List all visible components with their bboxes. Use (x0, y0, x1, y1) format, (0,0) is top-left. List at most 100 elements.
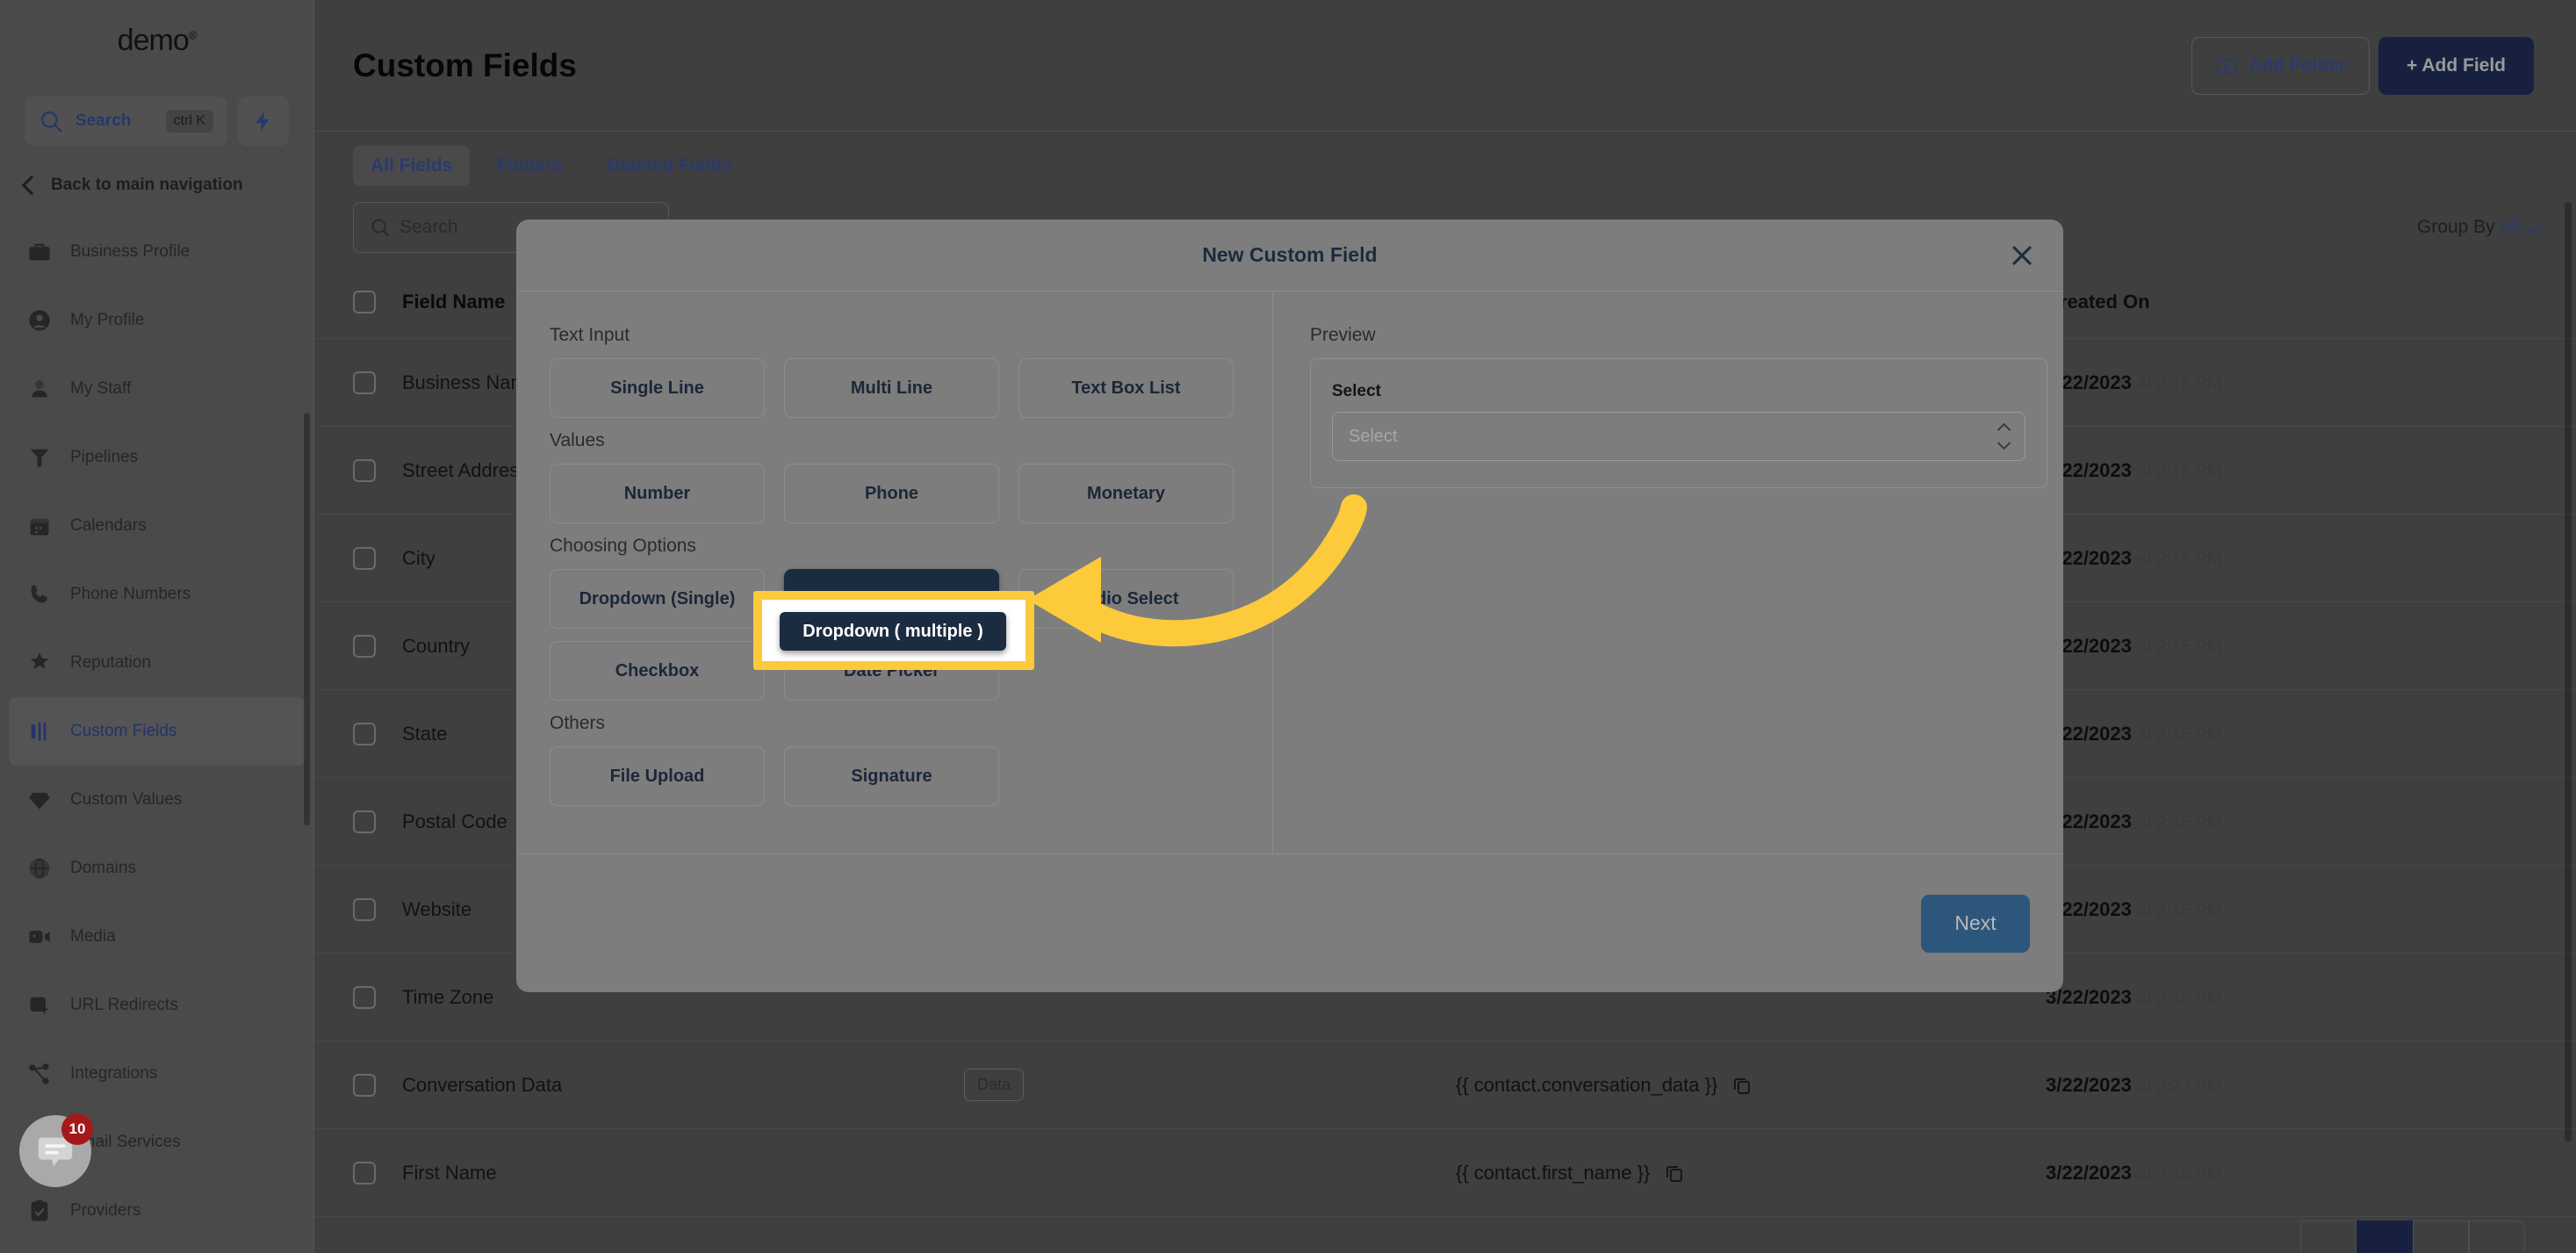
sidebar-nav: Business Profile My Profile My Staff Pip… (0, 218, 313, 1253)
nodes-icon (26, 1061, 53, 1087)
cell-unique-key: {{ contact.conversation_data }} (1456, 1074, 2046, 1097)
option-number[interactable]: Number (550, 464, 765, 523)
option-text-box-list[interactable]: Text Box List (1018, 358, 1234, 418)
annotation-highlighted-button[interactable]: Dropdown ( multiple ) (780, 612, 1006, 651)
option-phone[interactable]: Phone (784, 464, 999, 523)
sidebar-item-my-staff[interactable]: My Staff (0, 355, 313, 423)
row-checkbox[interactable] (353, 810, 376, 833)
sidebar-item-label: Media (70, 927, 116, 946)
cell-created-on: 3/22/2023 at 2:15 PM (2046, 459, 2537, 482)
pagination (2300, 1221, 2525, 1253)
page-2-button[interactable] (2413, 1221, 2469, 1253)
sidebar-item-business-profile[interactable]: Business Profile (0, 218, 313, 286)
quick-action-button[interactable] (238, 97, 289, 146)
video-camera-icon (26, 924, 53, 950)
search-icon (40, 111, 62, 133)
main-scrollbar[interactable] (2565, 202, 2572, 1141)
row-checkbox[interactable] (353, 1161, 376, 1185)
sidebar-item-label: My Staff (70, 379, 132, 398)
group-by-dropdown[interactable]: Group By All (2416, 217, 2542, 238)
row-checkbox[interactable] (353, 985, 376, 1009)
sidebar-search-row: Search ctrl K (0, 97, 313, 146)
option-label: Checkbox (615, 660, 700, 681)
created-time: at 2:15 PM (2137, 549, 2222, 569)
created-time: at 2:15 PM (2137, 988, 2222, 1008)
created-date: 3/22/2023 (2046, 1073, 2132, 1096)
add-field-button[interactable]: + Add Field (2378, 36, 2534, 95)
row-checkbox[interactable] (353, 634, 376, 658)
sidebar-item-label: Custom Fields (70, 722, 177, 740)
sidebar-item-integrations[interactable]: Integrations (0, 1040, 313, 1108)
option-signature[interactable]: Signature (784, 746, 999, 806)
back-to-main-navigation[interactable]: Back to main navigation (0, 158, 313, 212)
group-by-label: Group By (2416, 217, 2495, 237)
custom-fields-icon (26, 718, 53, 745)
cell-created-on: 3/22/2023 at 2:15 PM (2046, 635, 2537, 658)
sidebar-item-label: Providers (70, 1201, 141, 1220)
copy-icon[interactable] (1731, 1075, 1752, 1096)
sidebar-item-custom-fields[interactable]: Custom Fields (9, 697, 305, 766)
sidebar-item-reputation[interactable]: Reputation (0, 629, 313, 697)
option-single-line[interactable]: Single Line (550, 358, 765, 418)
gem-icon (26, 787, 53, 813)
row-checkbox[interactable] (353, 546, 376, 570)
cursor-square-icon (26, 992, 53, 1019)
tab-deleted-fields[interactable]: Deleted Fields (589, 146, 749, 186)
select-all-checkbox[interactable] (353, 290, 376, 313)
next-button[interactable]: Next (1921, 894, 2030, 953)
option-dropdown-single[interactable]: Dropdown (Single) (550, 569, 765, 629)
sidebar-item-pipelines[interactable]: Pipelines (0, 423, 313, 492)
add-field-label: + Add Field (2407, 54, 2506, 76)
sidebar-item-custom-values[interactable]: Custom Values (0, 766, 313, 834)
table-row[interactable]: First Name {{ contact.first_name }} 3/22… (314, 1129, 2576, 1217)
dialog-footer: Next (516, 853, 2063, 992)
row-checkbox[interactable] (353, 458, 376, 482)
chevron-down-icon (2525, 217, 2542, 234)
dialog-header: New Custom Field (516, 220, 2063, 292)
preview-select-input[interactable]: Select (1332, 412, 2026, 461)
search-label: Search (76, 112, 132, 130)
option-file-upload[interactable]: File Upload (550, 746, 765, 806)
cell-created-on: 3/22/2023 at 2:15 PM (2046, 898, 2537, 921)
sidebar-item-my-profile[interactable]: My Profile (0, 286, 313, 355)
sidebar-item-media[interactable]: Media (0, 903, 313, 971)
option-multi-line[interactable]: Multi Line (784, 358, 999, 418)
close-icon[interactable] (2007, 241, 2037, 270)
row-checkbox[interactable] (353, 371, 376, 394)
chat-widget-button[interactable]: 10 (19, 1113, 93, 1187)
option-checkbox[interactable]: Checkbox (550, 641, 765, 701)
sidebar-item-domains[interactable]: Domains (0, 834, 313, 903)
page-next-button[interactable] (2469, 1221, 2525, 1253)
row-checkbox[interactable] (353, 897, 376, 921)
row-checkbox[interactable] (353, 722, 376, 745)
cell-created-on: 3/22/2023 at 2:15 PM (2046, 1162, 2537, 1185)
preview-title: Preview (1310, 325, 1376, 345)
tab-folders[interactable]: Folders (479, 146, 580, 186)
add-folder-button[interactable]: Add Folder (2191, 36, 2371, 95)
page-1-button[interactable] (2357, 1221, 2413, 1253)
copy-icon[interactable] (1664, 1163, 1685, 1184)
tab-all-fields[interactable]: All Fields (353, 146, 471, 186)
sidebar-item-label: Phone Numbers (70, 585, 191, 603)
row-checkbox[interactable] (353, 1073, 376, 1097)
sidebar-scrollbar[interactable] (304, 413, 310, 825)
option-label: Number (623, 483, 691, 503)
sidebar-item-providers[interactable]: Providers (0, 1177, 313, 1245)
brand-logo: demo® (0, 0, 313, 81)
sidebar-item-calendars[interactable]: Calendars (0, 492, 313, 560)
sidebar-item-label: URL Redirects (70, 996, 178, 1014)
sidebar-item-tags[interactable]: Tags (0, 1245, 313, 1253)
curved-arrow-left-icon (1027, 494, 1367, 647)
option-label: File Upload (609, 766, 705, 786)
sidebar-item-phone-numbers[interactable]: Phone Numbers (0, 560, 313, 629)
cell-created-on: 3/22/2023 at 2:15 PM (2046, 547, 2537, 570)
option-label: Signature (851, 766, 932, 786)
option-label: Single Line (610, 378, 704, 398)
sidebar-item-label: My Profile (70, 311, 145, 329)
table-row[interactable]: Conversation Data Data {{ contact.conver… (314, 1041, 2576, 1129)
page-prev-button[interactable] (2300, 1221, 2357, 1253)
clipboard-check-icon (26, 1198, 53, 1224)
global-search-button[interactable]: Search ctrl K (25, 97, 227, 146)
cell-created-on: 3/22/2023 at 2:15 PM (2046, 810, 2537, 833)
sidebar-item-url-redirects[interactable]: URL Redirects (0, 971, 313, 1040)
